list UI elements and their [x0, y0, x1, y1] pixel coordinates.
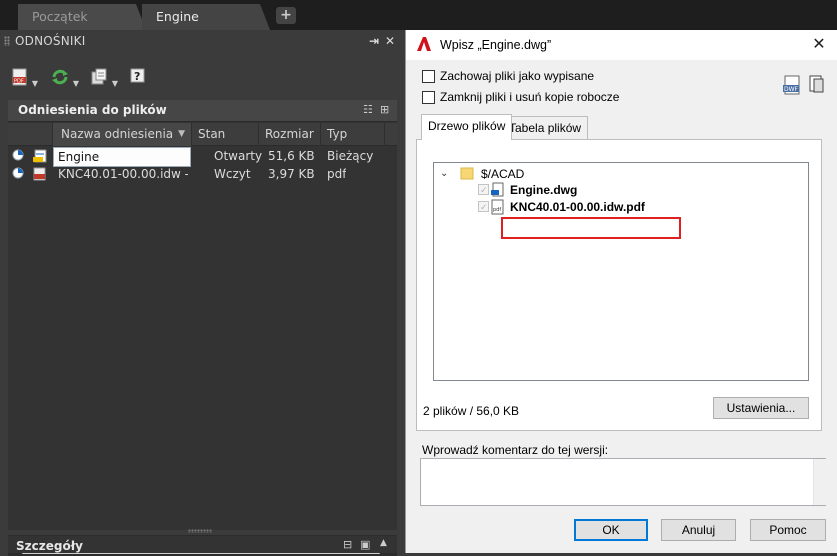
file-tree[interactable]: ⌄ $/ACAD Engine.dwg pdf — [433, 162, 809, 381]
comment-label: Wprowadź komentarz do tej wersji: — [422, 443, 609, 457]
column-name-label: Nazwa odniesienia — [61, 127, 174, 141]
svg-text:PDF: PDF — [14, 79, 24, 85]
details-title: Szczegóły — [16, 539, 83, 553]
tree-checkbox[interactable] — [478, 182, 489, 198]
tab-file-table[interactable]: Tabela plików — [502, 116, 589, 140]
status-loaded-icon — [12, 149, 24, 161]
tab-start[interactable]: Początek — [18, 4, 146, 30]
reference-size: 3,97 KB — [268, 167, 315, 181]
tab-engine-label: Engine — [156, 9, 199, 24]
file-references-panel: Odniesienia do plików ☷ ⊞ Nazwa odniesie… — [8, 100, 397, 556]
chevron-down-icon[interactable]: ▼ — [112, 79, 118, 88]
references-palette: ODNOŚNIKI ⇥ ✕ PDF ▼ ▼ ▼ ? Odniesienia do… — [0, 30, 398, 556]
reference-name: Engine — [53, 147, 191, 167]
reference-type: Bieżący — [327, 149, 374, 163]
comment-textarea[interactable] — [420, 458, 826, 506]
palette-grip-icon[interactable] — [4, 36, 10, 46]
tab-engine[interactable]: Engine — [142, 4, 270, 30]
pdf-file-icon: pdf — [491, 199, 504, 215]
checkbox-box[interactable] — [422, 91, 435, 104]
dialog-title: Wpisz „Engine.dwg” — [440, 38, 552, 52]
svg-text:?: ? — [134, 70, 140, 83]
cancel-button[interactable]: Anuluj — [661, 519, 736, 541]
tree-view-icon[interactable]: ⊞ — [380, 103, 389, 116]
chevron-down-icon[interactable]: ▼ — [32, 79, 38, 88]
status-loaded-icon — [12, 167, 24, 179]
change-path-icon — [91, 68, 107, 85]
close-icon[interactable]: ✕ — [807, 34, 831, 56]
column-name[interactable]: Nazwa odniesienia ▼ — [52, 123, 191, 146]
checkbox-box[interactable] — [422, 70, 435, 83]
splitter-grip-icon[interactable] — [188, 529, 212, 533]
table-row[interactable]: Engine Otwarty 51,6 KB Bieżący — [8, 147, 397, 167]
chevron-down-icon[interactable]: ▼ — [73, 79, 79, 88]
column-spacer — [384, 123, 397, 146]
column-headers: Nazwa odniesienia ▼ Stan Rozmiar Typ — [8, 123, 397, 146]
attach-pdf-button[interactable]: PDF ▼ — [12, 68, 38, 88]
tab-file-tree[interactable]: Drzewo plików — [421, 114, 513, 140]
reference-size: 51,6 KB — [268, 149, 315, 163]
tree-item-label: Engine.dwg — [510, 183, 578, 197]
file-tree-page: ⌄ $/ACAD Engine.dwg pdf — [416, 139, 822, 431]
dwg-file-icon — [491, 182, 504, 197]
tree-root-label: $/ACAD — [481, 167, 525, 181]
reference-name: KNC40.01-00.00.idw - 1 — [58, 167, 188, 181]
refresh-button[interactable]: ▼ — [51, 68, 79, 88]
comment-scrollbar[interactable] — [813, 459, 826, 505]
file-references-title: Odniesienia do plików — [18, 103, 167, 117]
folder-icon — [460, 167, 474, 180]
preview-icon[interactable]: ▣ — [360, 538, 370, 551]
collapse-icon[interactable]: ▲ — [380, 538, 387, 548]
chevron-down-icon[interactable]: ⌄ — [440, 166, 448, 182]
check-in-dialog: Wpisz „Engine.dwg” ✕ Zachowaj pliki jako… — [405, 30, 837, 553]
file-summary: 2 plików / 56,0 KB — [423, 404, 520, 418]
dwf-icon[interactable]: DWF — [783, 75, 803, 97]
ok-button[interactable]: OK — [574, 519, 648, 541]
palette-title: ODNOŚNIKI — [15, 34, 86, 48]
dwg-file-icon — [33, 149, 47, 163]
dialog-titlebar: Wpisz „Engine.dwg” ✕ — [406, 30, 837, 60]
checkbox-label: Zamknij pliki i usuń kopie robocze — [440, 90, 620, 104]
sort-arrow-icon: ▼ — [178, 129, 185, 139]
checkbox-label: Zachowaj pliki jako wypisane — [440, 69, 595, 83]
red-highlight-box — [501, 217, 681, 239]
help-button[interactable]: ? — [130, 68, 146, 86]
tab-start-label: Początek — [32, 9, 88, 24]
help-icon: ? — [130, 68, 145, 83]
details-section[interactable]: Szczegóły ⊟ ▣ ▲ — [8, 535, 397, 553]
column-size[interactable]: Rozmiar — [258, 123, 320, 146]
reference-status: Otwarty — [214, 149, 263, 163]
column-icon — [8, 123, 52, 146]
help-dialog-button[interactable]: Pomoc — [750, 519, 826, 541]
palette-close-icon[interactable]: ✕ — [385, 34, 395, 48]
column-status[interactable]: Stan — [191, 123, 258, 146]
document-tab-bar: Początek Engine + — [0, 0, 837, 30]
list-view-icon[interactable]: ☷ — [363, 103, 373, 116]
tree-item-label: KNC40.01-00.00.idw.pdf — [510, 200, 645, 214]
column-type[interactable]: Typ — [320, 123, 384, 146]
change-path-button[interactable]: ▼ — [90, 68, 118, 88]
svg-text:DWF: DWF — [784, 86, 799, 93]
details-view-icon[interactable]: ⊟ — [343, 538, 352, 551]
settings-button[interactable]: Ustawienia... — [713, 397, 809, 419]
table-row[interactable]: KNC40.01-00.00.idw - 1 Wczyt 3,97 KB pdf — [8, 165, 397, 183]
tree-checkbox[interactable] — [478, 199, 489, 215]
attach-pdf-icon: PDF — [12, 68, 27, 86]
file-references-header: Odniesienia do plików ☷ ⊞ — [8, 100, 397, 122]
plus-icon: + — [280, 7, 292, 23]
new-tab-button[interactable]: + — [276, 7, 296, 24]
refresh-icon — [52, 69, 68, 85]
autocad-icon — [417, 37, 431, 51]
reference-type: pdf — [327, 167, 347, 181]
attachments-icon[interactable] — [809, 75, 825, 93]
pdf-file-icon — [33, 167, 46, 181]
reference-status: Wczyt — [214, 167, 251, 181]
auto-hide-icon[interactable]: ⇥ — [369, 34, 379, 48]
svg-text:pdf: pdf — [493, 207, 501, 213]
